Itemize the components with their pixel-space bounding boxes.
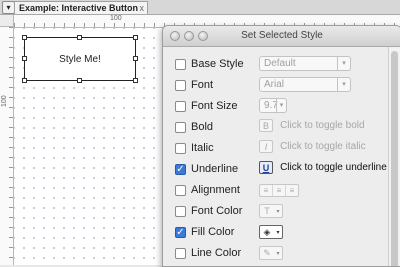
style-options-list: Base Style Default ▾ Font Arial ▾ Font S… bbox=[163, 47, 389, 266]
alignment-segmented-control: ≡ ≡ ≡ bbox=[259, 184, 299, 197]
bold-icon[interactable]: B bbox=[259, 119, 273, 132]
align-center-icon[interactable]: ≡ bbox=[273, 185, 286, 196]
label-base-style: Base Style bbox=[191, 58, 244, 70]
chevron-down-icon: ▾ bbox=[276, 208, 280, 215]
chevron-down-icon: ▾ bbox=[276, 229, 280, 236]
font-value: Arial bbox=[264, 79, 285, 90]
resize-handle-left[interactable] bbox=[22, 56, 27, 61]
row-font: Font Arial ▾ bbox=[175, 76, 395, 96]
font-color-picker[interactable]: T ▾ bbox=[259, 204, 283, 218]
base-style-select[interactable]: Default ▾ bbox=[259, 56, 351, 71]
italic-control: I Click to toggle italic bbox=[259, 140, 366, 153]
align-left-icon[interactable]: ≡ bbox=[260, 185, 273, 196]
row-fill-color: ✓ Fill Color ◈ ▾ bbox=[175, 223, 395, 243]
ruler-label-100: 100 bbox=[110, 15, 122, 22]
underline-icon[interactable]: U bbox=[259, 161, 273, 174]
underline-hint: Click to toggle underline bbox=[280, 162, 387, 173]
font-color-icon: T bbox=[264, 206, 270, 216]
checkbox-font-color[interactable] bbox=[175, 206, 186, 217]
checkbox-font-size[interactable] bbox=[175, 101, 186, 112]
label-alignment: Alignment bbox=[191, 184, 240, 196]
set-selected-style-dialog: Set Selected Style Base Style Default ▾ … bbox=[162, 25, 400, 267]
dialog-titlebar[interactable]: Set Selected Style bbox=[163, 26, 400, 47]
checkbox-fill-color[interactable]: ✓ bbox=[175, 227, 186, 238]
row-alignment: Alignment ≡ ≡ ≡ bbox=[175, 181, 395, 201]
chevron-down-icon: ▾ bbox=[337, 57, 350, 70]
chevron-down-icon: ▾ bbox=[276, 99, 286, 112]
style-me-label: Style Me! bbox=[59, 53, 101, 65]
row-font-color: Font Color T ▾ bbox=[175, 202, 395, 222]
resize-handle-bottom-left[interactable] bbox=[22, 78, 27, 83]
bold-control: B Click to toggle bold bbox=[259, 119, 365, 132]
resize-handle-right[interactable] bbox=[133, 56, 138, 61]
row-bold: Bold B Click to toggle bold bbox=[175, 118, 395, 138]
dialog-title: Set Selected Style bbox=[241, 30, 323, 41]
underline-control: U Click to toggle underline bbox=[259, 161, 387, 174]
close-icon[interactable]: x bbox=[140, 2, 145, 15]
resize-handle-top-left[interactable] bbox=[22, 35, 27, 40]
tab-example-interactive-button[interactable]: Example: Interactive Button x bbox=[14, 1, 148, 14]
chevron-down-icon: ▾ bbox=[276, 250, 280, 257]
base-style-value: Default bbox=[264, 58, 296, 69]
ruler-corner bbox=[0, 15, 14, 27]
italic-icon[interactable]: I bbox=[259, 140, 273, 153]
checkbox-italic[interactable] bbox=[175, 143, 186, 154]
paint-bucket-icon: ◈ bbox=[263, 227, 271, 237]
checkbox-font[interactable] bbox=[175, 80, 186, 91]
chevron-down-icon: ▾ bbox=[337, 78, 350, 91]
label-underline: Underline bbox=[191, 163, 239, 175]
italic-hint: Click to toggle italic bbox=[280, 141, 366, 152]
vertical-ruler: 100 bbox=[0, 27, 14, 265]
resize-handle-bottom[interactable] bbox=[77, 78, 82, 83]
scrollbar-thumb[interactable] bbox=[391, 51, 398, 266]
pencil-icon: ✎ bbox=[263, 248, 271, 258]
resize-handle-top-right[interactable] bbox=[133, 35, 138, 40]
resize-handle-top[interactable] bbox=[77, 35, 82, 40]
label-italic: Italic bbox=[191, 142, 214, 154]
ruler-label-100-vertical: 100 bbox=[1, 95, 8, 107]
row-font-size: Font Size 9.7 ▾ bbox=[175, 97, 395, 117]
font-size-select[interactable]: 9.7 ▾ bbox=[259, 98, 287, 113]
label-font: Font bbox=[191, 79, 214, 91]
label-line-color: Line Color bbox=[191, 247, 242, 259]
label-font-color: Font Color bbox=[191, 205, 243, 217]
style-me-shape[interactable]: Style Me! bbox=[24, 37, 136, 81]
label-font-size: Font Size bbox=[191, 100, 238, 112]
checkbox-line-color[interactable] bbox=[175, 248, 186, 259]
checkbox-base-style[interactable] bbox=[175, 59, 186, 70]
bold-hint: Click to toggle bold bbox=[280, 120, 365, 131]
row-italic: Italic I Click to toggle italic bbox=[175, 139, 395, 159]
dialog-scrollbar[interactable] bbox=[388, 47, 400, 266]
resize-handle-bottom-right[interactable] bbox=[133, 78, 138, 83]
align-right-icon[interactable]: ≡ bbox=[286, 185, 298, 196]
line-color-picker[interactable]: ✎ ▾ bbox=[259, 246, 283, 260]
tab-bar: ▾ Example: Interactive Button x bbox=[0, 0, 400, 15]
checkbox-bold[interactable] bbox=[175, 122, 186, 133]
label-fill-color: Fill Color bbox=[191, 226, 235, 238]
checkbox-underline[interactable]: ✓ bbox=[175, 164, 186, 175]
label-bold: Bold bbox=[191, 121, 214, 133]
fill-color-picker[interactable]: ◈ ▾ bbox=[259, 225, 283, 239]
row-line-color: Line Color ✎ ▾ bbox=[175, 244, 395, 264]
font-select[interactable]: Arial ▾ bbox=[259, 77, 351, 92]
row-underline: ✓ Underline U Click to toggle underline bbox=[175, 160, 395, 180]
tab-title: Example: Interactive Button bbox=[19, 3, 139, 13]
checkbox-alignment[interactable] bbox=[175, 185, 186, 196]
row-base-style: Base Style Default ▾ bbox=[175, 55, 395, 75]
